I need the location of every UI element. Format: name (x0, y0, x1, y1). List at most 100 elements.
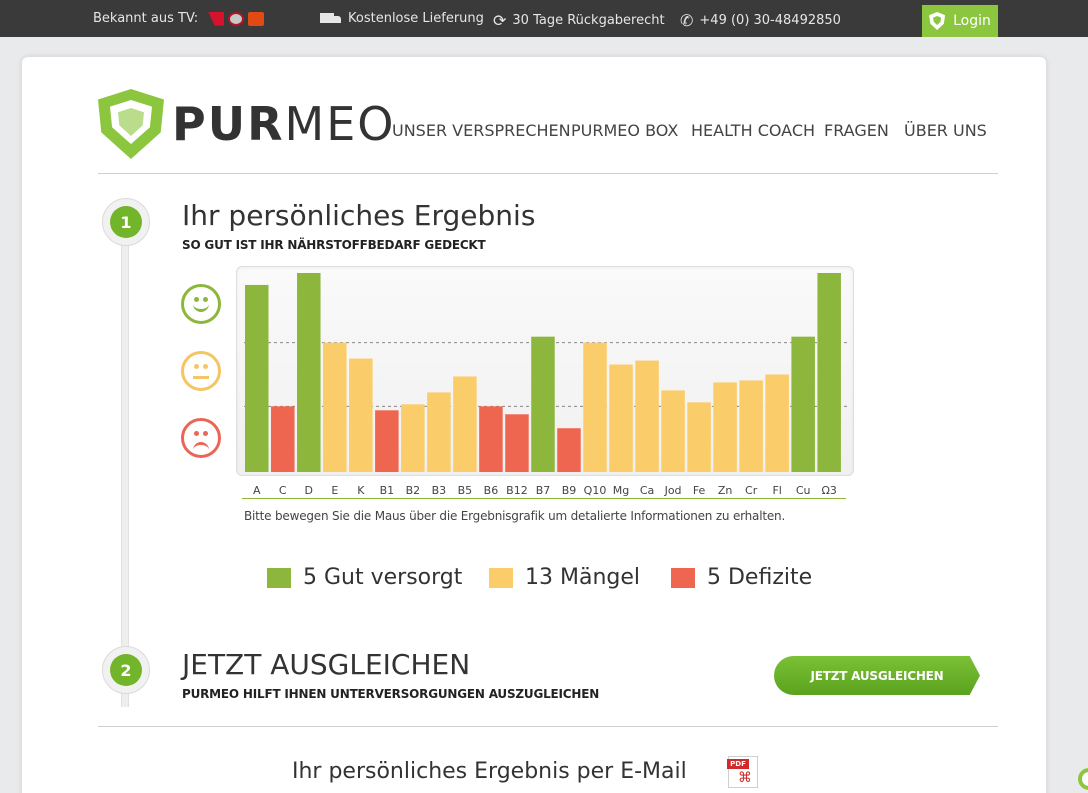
compensate-now-button[interactable]: JETZT AUSGLEICHEN (774, 656, 980, 695)
bar-b2[interactable] (401, 404, 425, 472)
neutral-face-icon (181, 351, 221, 391)
refresh-icon: ⟳ (493, 11, 507, 30)
tick-label-c: C (279, 484, 287, 497)
legend-deficit-label: 5 Defizite (707, 565, 813, 590)
nutrient-bar-chart[interactable]: A C D E K B1 B2 B3 B5 B6 B12 B7 B9 Q10 Mg Ca Jod Fe Zn Cr Fl… (236, 266, 854, 498)
tick-label-b2: B2 (406, 484, 421, 497)
logo-wordmark: PURMEO (172, 97, 396, 151)
top-bar: Bekannt aus TV: Kostenlose Lieferung ⟳ 3… (0, 0, 1088, 37)
bar-fe[interactable] (687, 402, 711, 472)
pdf-icon[interactable]: PDF ⌘ (727, 756, 758, 788)
prosieben-logo (208, 11, 225, 26)
free-delivery: Kostenlose Lieferung (320, 11, 484, 26)
tick-label-q10: Q10 (584, 484, 607, 497)
bar-b3[interactable] (427, 392, 451, 472)
legend-good-swatch (267, 567, 291, 588)
bar-mg[interactable] (609, 364, 633, 472)
bar-d[interactable] (297, 273, 321, 472)
bar-c[interactable] (271, 406, 295, 472)
tick-label-b12: B12 (506, 484, 528, 497)
nav-purmeo-box[interactable]: PURMEO BOX (571, 121, 678, 140)
step-timeline (121, 237, 129, 707)
bar-cu[interactable] (791, 336, 815, 472)
tick-label-zn: Zn (718, 484, 733, 497)
nav-ueber-uns[interactable]: ÜBER UNS (904, 121, 987, 140)
truck-icon (320, 12, 342, 26)
tick-label-b3: B3 (432, 484, 447, 497)
tick-label-k: K (357, 484, 365, 497)
bar-q10[interactable] (583, 342, 607, 472)
chart-baseline (242, 498, 846, 499)
header-divider (98, 173, 998, 174)
result-subtitle: SO GUT IST IHR NÄHRSTOFFBEDARF GEDECKT (182, 238, 486, 252)
bar-b6[interactable] (479, 406, 503, 472)
step-2-marker: 2 (102, 646, 150, 694)
bar-cr[interactable] (739, 380, 763, 472)
tick-label-a: A (253, 484, 261, 497)
delivery-text: Kostenlose Lieferung (348, 11, 484, 26)
bar-e[interactable] (323, 342, 347, 472)
purmeo-logo[interactable]: PURMEO (98, 89, 395, 159)
chart-hint: Bitte bewegen Sie die Maus über die Erge… (244, 509, 786, 523)
legend-deficit-swatch (671, 567, 695, 588)
nav-unser-versprechen[interactable]: UNSER VERSPRECHEN (392, 121, 571, 140)
result-title: Ihr persönliches Ergebnis (182, 199, 536, 232)
tick-label-ω3: Ω3 (821, 484, 836, 497)
return-text: 30 Tage Rückgaberecht (512, 13, 665, 28)
legend-good-label: 5 Gut versorgt (303, 565, 463, 590)
bar-k[interactable] (349, 358, 373, 472)
legend-good: 5 Gut versorgt (267, 565, 462, 590)
sat1-logo (228, 11, 245, 26)
compensate-subtitle: PURMEO HILFT IHNEN UNTERVERSORGUNGEN AUS… (182, 687, 600, 701)
logo-shield-icon (98, 89, 164, 159)
login-button[interactable]: Login (922, 5, 998, 37)
phone-number[interactable]: +49 (0) 30-48492850 (699, 13, 841, 28)
phone-contact[interactable]: ✆ +49 (0) 30-48492850 (680, 11, 841, 30)
tick-label-b5: B5 (458, 484, 473, 497)
nav-health-coach[interactable]: HEALTH COACH (691, 121, 815, 140)
tv-label: Bekannt aus TV: (93, 11, 199, 26)
happy-face-icon (181, 284, 221, 324)
bar-b1[interactable] (375, 410, 399, 472)
tick-label-jod: Jod (664, 484, 682, 497)
tick-label-fe: Fe (693, 484, 706, 497)
bar-b7[interactable] (531, 336, 555, 472)
tick-label-b9: B9 (562, 484, 577, 497)
tick-label-mg: Mg (613, 484, 629, 497)
tick-label-b6: B6 (484, 484, 499, 497)
tv-mentions: Bekannt aus TV: (93, 11, 265, 26)
phone-icon: ✆ (680, 11, 694, 30)
legend-lack-swatch (489, 567, 513, 588)
email-result-title: Ihr persönliches Ergebnis per E-Mail (292, 759, 687, 784)
login-label: Login (953, 13, 991, 29)
step-2-number: 2 (110, 654, 142, 686)
return-policy: ⟳ 30 Tage Rückgaberecht (493, 11, 665, 30)
bar-jod[interactable] (661, 390, 685, 472)
tick-label-d: D (305, 484, 313, 497)
nav-fragen[interactable]: FRAGEN (824, 121, 889, 140)
bar-ca[interactable] (635, 360, 659, 472)
tick-label-fl: Fl (772, 484, 781, 497)
step-1-number: 1 (110, 206, 142, 238)
bar-fl[interactable] (765, 374, 789, 472)
legend-deficit: 5 Defizite (671, 565, 812, 590)
bar-b5[interactable] (453, 376, 477, 472)
bar-b9[interactable] (557, 428, 581, 472)
tick-label-cu: Cu (796, 484, 811, 497)
tick-label-e: E (331, 484, 338, 497)
bar-ω3[interactable] (817, 273, 841, 472)
main-card: PURMEO UNSER VERSPRECHEN PURMEO BOX HEAL… (22, 57, 1046, 793)
tick-label-ca: Ca (640, 484, 654, 497)
scroll-indicator[interactable] (1078, 768, 1088, 790)
tick-label-b7: B7 (536, 484, 551, 497)
bar-zn[interactable] (713, 382, 737, 472)
tick-label-cr: Cr (745, 484, 758, 497)
kabel1-logo (248, 11, 265, 26)
compensate-title: JETZT AUSGLEICHEN (182, 648, 471, 681)
bar-b12[interactable] (505, 414, 529, 472)
step-1-marker: 1 (102, 198, 150, 246)
tick-label-b1: B1 (380, 484, 395, 497)
section-divider (98, 726, 998, 727)
bar-a[interactable] (245, 284, 269, 472)
legend-lack-label: 13 Mängel (525, 565, 641, 590)
